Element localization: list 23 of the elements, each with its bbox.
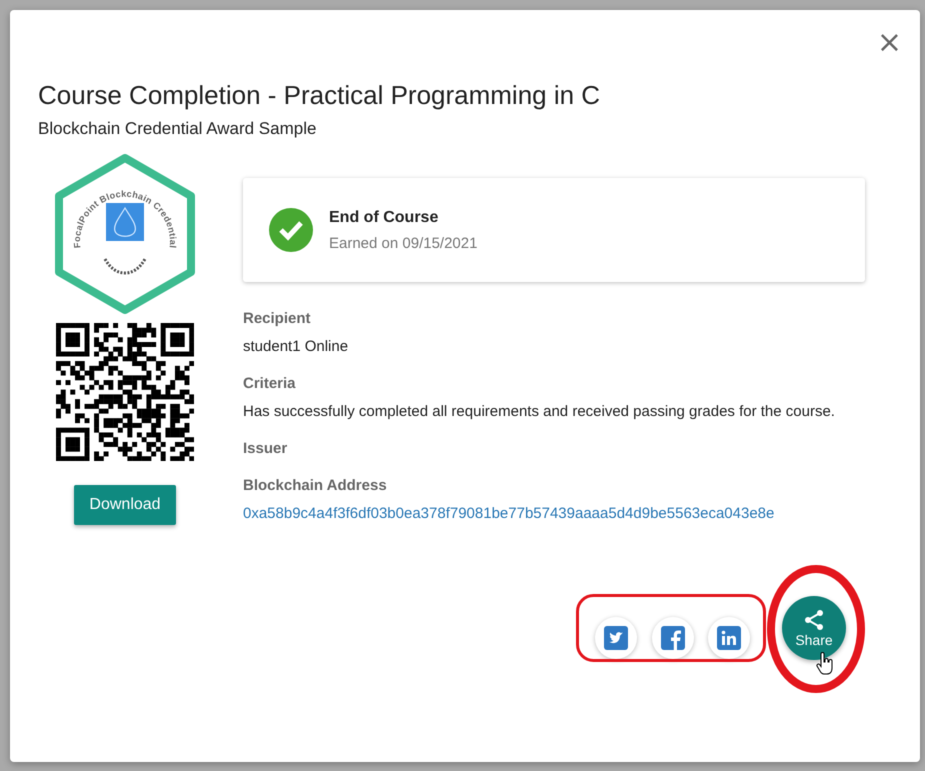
field-label: Criteria <box>243 375 297 392</box>
linkedin-icon <box>717 626 741 650</box>
field-value: Has successfully completed all requirements and received passing grades for the course. <box>243 403 836 420</box>
blockchain-address-link[interactable]: 0xa58b9c4a4f3f6df03b0ea378f79081be77b57439aaaa5d4d9be5563eca043e8e <box>243 505 774 522</box>
dialog-subtitle: Blockchain Credential Award Sample <box>38 119 318 139</box>
pointer-hand-icon <box>816 652 834 676</box>
field-value: student1 Online <box>243 338 350 355</box>
achievement-title: End of Course <box>329 208 440 226</box>
share-icon <box>802 608 826 632</box>
share-button[interactable]: Share <box>782 596 846 660</box>
download-button[interactable]: Download <box>74 485 176 525</box>
close-button[interactable]: × <box>872 28 906 58</box>
social-share-button[interactable] <box>708 617 750 659</box>
field-label: Recipient <box>243 310 312 327</box>
qr-code-icon <box>56 323 194 461</box>
social-share-button[interactable] <box>595 617 637 659</box>
facebook-icon <box>660 626 684 650</box>
dialog-title: Course Completion - Practical Programming in C <box>38 80 602 111</box>
earned-date: Earned on 09/15/2021 <box>329 234 478 252</box>
field-label: Issuer <box>243 440 288 457</box>
field-label: Blockchain Address <box>243 477 388 494</box>
social-share-button[interactable] <box>652 617 694 659</box>
bird-icon <box>604 626 628 650</box>
